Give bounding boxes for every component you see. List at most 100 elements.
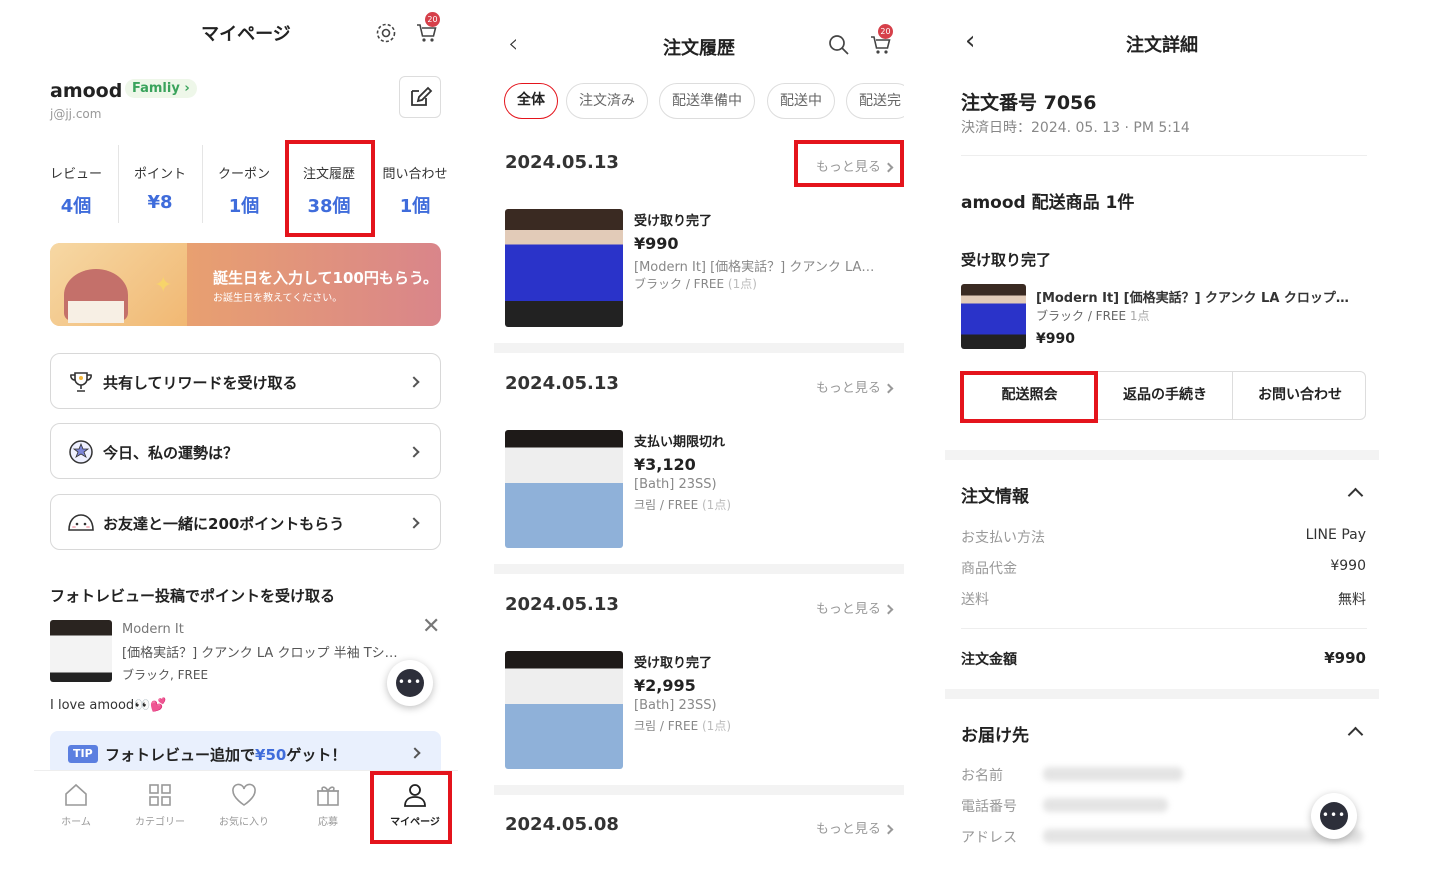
action-buttons: 配送照会 返品の手続き お問い合わせ xyxy=(961,371,1366,420)
order-option: 크림 / FREE (1点) xyxy=(634,719,731,733)
order-product-name: [Modern It] [価格実話？] クアンク LA… xyxy=(634,260,875,275)
order-product-image[interactable] xyxy=(505,430,623,548)
order-info-heading: 注文情報 xyxy=(961,487,1029,507)
blurred-phone xyxy=(1043,798,1168,812)
product-name: [Modern It] [価格実話？] クアンク LA クロップ… xyxy=(1036,291,1349,306)
stat-label: ポイント xyxy=(133,167,186,182)
delivery-label: 電話番号 xyxy=(961,799,1017,815)
nav-label: お気に入り xyxy=(219,817,269,828)
filter-ordered[interactable]: 注文済み xyxy=(566,83,648,119)
order-detail-panel: ‹ 注文詳細 注文番号 7056 決済日時：2024. 05. 13 · PM … xyxy=(945,0,1379,878)
track-shipment-button[interactable]: 配送照会 xyxy=(962,372,1097,419)
nav-home[interactable]: ホーム xyxy=(34,771,118,851)
more-link[interactable]: もっと見る xyxy=(816,156,894,175)
info-label: 商品代金 xyxy=(961,561,1017,577)
order-date: 2024.05.13 xyxy=(505,594,619,615)
return-button[interactable]: 返品の手続き xyxy=(1098,372,1232,419)
menu-label: 今日、私の運勢は？ xyxy=(103,444,239,462)
menu-label: 共有してリワードを受け取る xyxy=(103,374,298,392)
gear-icon[interactable] xyxy=(374,21,398,45)
chevron-right-icon xyxy=(408,517,420,529)
chevron-up-icon[interactable] xyxy=(1347,487,1364,504)
stat-label: レビュー xyxy=(49,167,102,182)
stat-reviews[interactable]: レビュー 4個 xyxy=(34,145,118,223)
stat-label: クーポン xyxy=(217,167,270,182)
chat-button[interactable]: ••• xyxy=(1311,793,1357,839)
filter-shipping[interactable]: 配送中 xyxy=(767,83,835,119)
stat-value: ¥8 xyxy=(147,192,173,213)
more-link[interactable]: もっと見る xyxy=(816,377,894,396)
filter-all[interactable]: 全体 xyxy=(504,83,558,119)
info-label: お支払い方法 xyxy=(961,530,1045,546)
tip-text: フォトレビュー追加で¥50ゲット！ xyxy=(105,746,347,764)
total-value: ¥990 xyxy=(1324,649,1366,667)
order-status: 支払い期限切れ xyxy=(634,435,726,450)
chat-icon: ••• xyxy=(396,669,424,697)
nav-category[interactable]: カテゴリー xyxy=(118,771,202,851)
stat-label: 問い合わせ xyxy=(382,167,448,182)
more-link[interactable]: もっと見る xyxy=(816,818,894,837)
stat-coupons[interactable]: クーポン 1個 xyxy=(202,145,286,223)
chat-button[interactable]: ••• xyxy=(387,660,433,706)
nav-apply[interactable]: 応募 xyxy=(286,771,370,851)
order-price: ¥2,995 xyxy=(634,676,696,695)
order-product-image[interactable] xyxy=(505,651,623,769)
chevron-up-icon[interactable] xyxy=(1347,726,1364,743)
order-price: ¥990 xyxy=(634,234,679,253)
user-name: amood xyxy=(50,80,123,102)
edit-profile-button[interactable] xyxy=(399,76,441,118)
info-label: 送料 xyxy=(961,592,989,608)
close-icon[interactable]: ✕ xyxy=(422,616,440,638)
menu-share-reward[interactable]: 共有してリワードを受け取る xyxy=(50,353,441,409)
stat-points[interactable]: ポイント ¥8 xyxy=(118,145,202,223)
filter-delivered[interactable]: 配送完 xyxy=(846,83,904,119)
gift-icon xyxy=(317,786,339,806)
order-number: 注文番号 7056 xyxy=(961,92,1097,114)
photo-review-title: フォトレビュー投稿でポイントを受け取る xyxy=(50,587,336,605)
order-product-name: [Bath] 23SS) xyxy=(634,477,717,492)
total-label: 注文金額 xyxy=(961,652,1017,668)
stat-value: 4個 xyxy=(60,196,92,217)
blurred-address xyxy=(1043,829,1363,843)
menu-invite-friends[interactable]: お友達と一緒に200ポイントもらう xyxy=(50,494,441,550)
mypage-panel: マイページ 20 amood Famliy › j@jj.com レビュー 4個… xyxy=(34,0,458,878)
delivery-heading: お届け先 xyxy=(961,726,1029,746)
paid-at: 決済日時：2024. 05. 13 · PM 5:14 xyxy=(961,120,1190,136)
nav-favorites[interactable]: お気に入り xyxy=(202,771,286,851)
info-value: ¥990 xyxy=(1330,558,1366,574)
home-icon xyxy=(65,783,87,806)
membership-badge[interactable]: Famliy › xyxy=(125,79,197,98)
order-status: 受け取り完了 xyxy=(634,656,713,671)
delivery-status: 受け取り完了 xyxy=(961,251,1052,269)
product-price: ¥990 xyxy=(1036,331,1075,347)
info-value: LINE Pay xyxy=(1305,527,1366,543)
order-date: 2024.05.13 xyxy=(505,152,619,173)
chevron-right-icon xyxy=(409,747,421,759)
order-product-image[interactable] xyxy=(505,209,623,327)
cart-count-badge: 20 xyxy=(878,24,893,39)
order-history-panel: ‹ 注文履歴 20 全体 注文済み 配送準備中 配送中 配送完 2024.05.… xyxy=(494,0,904,878)
filter-preparing[interactable]: 配送準備中 xyxy=(659,83,755,119)
stat-order-history[interactable]: 注文履歴 38個 xyxy=(286,145,372,223)
menu-fortune[interactable]: 今日、私の運勢は？ xyxy=(50,423,441,479)
user-email: j@jj.com xyxy=(50,107,102,121)
product-image[interactable] xyxy=(961,284,1026,349)
nav-label: カテゴリー xyxy=(135,817,185,828)
nav-label: マイページ xyxy=(390,817,440,828)
review-comment: I love amood👀💕 xyxy=(50,698,167,713)
order-price: ¥3,120 xyxy=(634,455,696,474)
menu-label: お友達と一緒に200ポイントもらう xyxy=(103,515,345,533)
trophy-icon xyxy=(70,372,92,392)
friends-icon xyxy=(68,514,94,531)
search-icon[interactable] xyxy=(828,34,850,56)
nav-mypage[interactable]: マイページ xyxy=(372,771,458,851)
stat-inquiries[interactable]: 問い合わせ 1個 xyxy=(372,145,458,223)
inquiry-button[interactable]: お問い合わせ xyxy=(1233,372,1367,419)
chevron-right-icon xyxy=(408,376,420,388)
info-value: 無料 xyxy=(1338,592,1366,608)
more-link[interactable]: もっと見る xyxy=(816,598,894,617)
category-icon xyxy=(149,784,171,806)
delivery-label: お名前 xyxy=(961,768,1003,784)
order-date: 2024.05.08 xyxy=(505,814,619,835)
birthday-banner[interactable]: ✦ 誕生日を入力して100円もらう。 お誕生日を教えてください。 xyxy=(50,243,441,326)
